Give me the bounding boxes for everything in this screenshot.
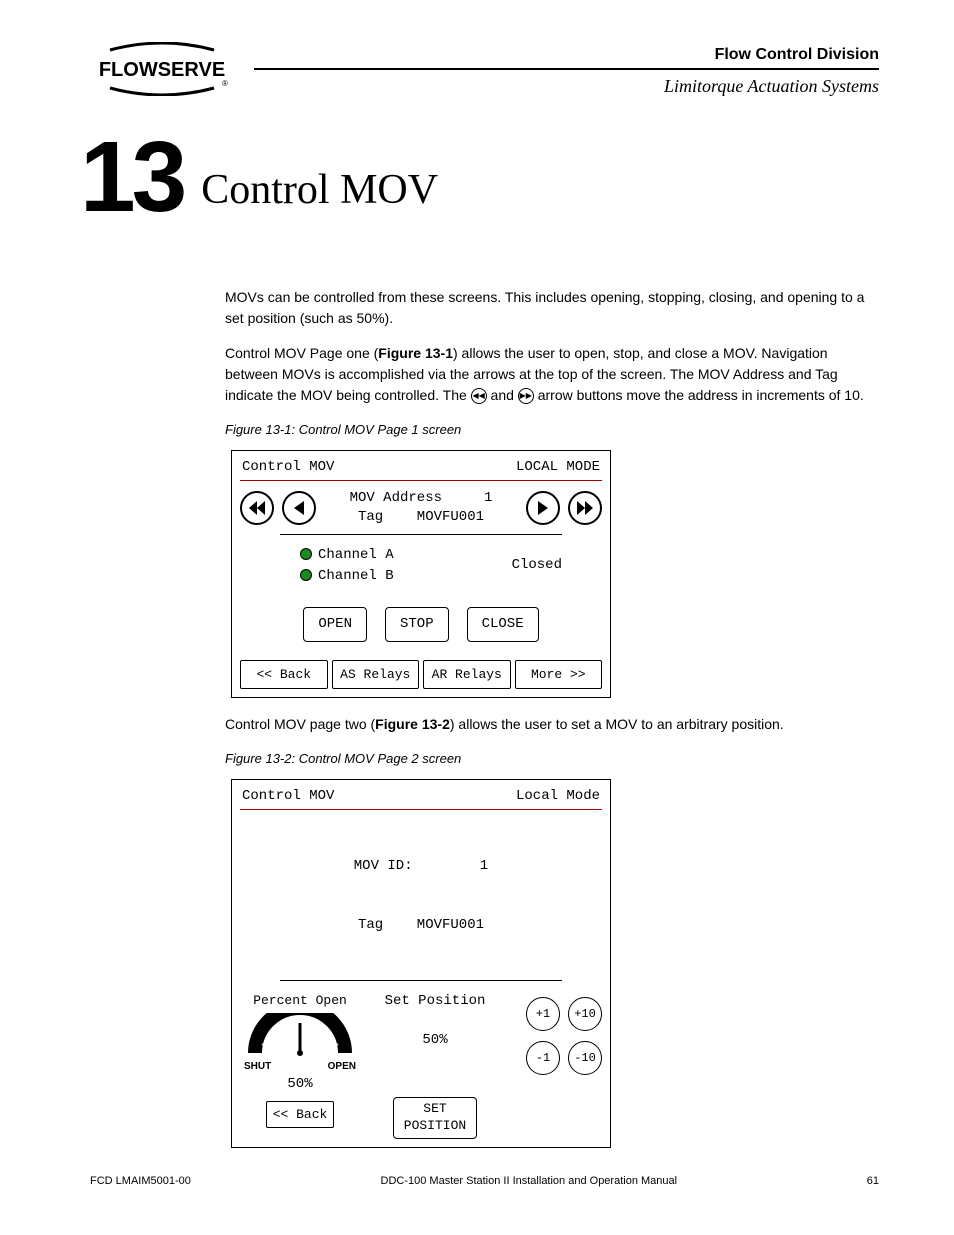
ar-relays-button[interactable]: AR Relays: [423, 660, 511, 690]
divider: [280, 980, 562, 981]
percent-open-label: Percent Open: [240, 991, 360, 1011]
product-line-label: Limitorque Actuation Systems: [254, 76, 879, 97]
body-paragraph: MOVs can be controlled from these screen…: [225, 287, 869, 329]
channel-b-row: Channel B: [300, 566, 394, 587]
footer-manual-title: DDC-100 Master Station II Installation a…: [381, 1175, 678, 1187]
figure-caption: Figure 13-1: Control MOV Page 1 screen: [225, 420, 869, 440]
mov-id-label: MOV ID: 1: [240, 857, 602, 877]
set-position-label: Set Position: [370, 991, 500, 1012]
status-dot-icon: [300, 569, 312, 581]
divider: [280, 534, 562, 535]
valve-state-label: Closed: [512, 555, 562, 576]
position-gauge: [240, 1013, 360, 1059]
mode-label: Local Mode: [516, 786, 600, 807]
footer-page-number: 61: [867, 1175, 879, 1187]
screen-title: Control MOV: [242, 786, 334, 807]
set-position-button[interactable]: SETPOSITION: [393, 1097, 477, 1139]
shut-label: SHUT: [244, 1059, 271, 1074]
back-nav-button[interactable]: << Back: [240, 660, 328, 690]
set-position-value: 50%: [370, 1030, 500, 1051]
body-paragraph: Control MOV Page one (Figure 13-1) allow…: [225, 343, 869, 406]
svg-text:FLOWSERVE: FLOWSERVE: [99, 59, 225, 81]
back-nav-button[interactable]: << Back: [266, 1101, 335, 1129]
header-rule: [254, 68, 879, 70]
mov-tag-label: Tag MOVFU001: [240, 916, 602, 936]
fast-forward-button[interactable]: [568, 491, 602, 525]
chapter-title: Control MOV: [201, 169, 438, 211]
body-paragraph: Control MOV page two (Figure 13-2) allow…: [225, 714, 869, 735]
close-button[interactable]: CLOSE: [467, 607, 539, 642]
fast-back-icon: ◀◀: [471, 388, 487, 404]
svg-text:®: ®: [222, 79, 228, 88]
mode-label: LOCAL MODE: [516, 457, 600, 478]
forward-button[interactable]: [526, 491, 560, 525]
fast-forward-icon: ▶▶: [518, 388, 534, 404]
mov-address-label: MOV Address 1: [324, 489, 518, 509]
minus-ten-button[interactable]: -10: [568, 1041, 602, 1075]
mov-tag-label: Tag MOVFU001: [324, 508, 518, 528]
plus-one-button[interactable]: +1: [526, 997, 560, 1031]
more-nav-button[interactable]: More >>: [515, 660, 603, 690]
control-mov-page2-screen: Control MOV Local Mode MOV ID: 1 Tag MOV…: [231, 779, 611, 1149]
channel-a-row: Channel A: [300, 545, 394, 566]
open-button[interactable]: OPEN: [303, 607, 367, 642]
as-relays-button[interactable]: AS Relays: [332, 660, 420, 690]
division-label: Flow Control Division: [254, 46, 879, 64]
status-dot-icon: [300, 548, 312, 560]
plus-ten-button[interactable]: +10: [568, 997, 602, 1031]
stop-button[interactable]: STOP: [385, 607, 449, 642]
chapter-number: 13: [80, 127, 183, 227]
back-button[interactable]: [282, 491, 316, 525]
minus-one-button[interactable]: -1: [526, 1041, 560, 1075]
percent-value: 50%: [240, 1074, 360, 1095]
fast-back-button[interactable]: [240, 491, 274, 525]
flowserve-logo: FLOWSERVE ®: [90, 42, 234, 96]
control-mov-page1-screen: Control MOV LOCAL MODE MOV Address 1 Tag…: [231, 450, 611, 699]
screen-title: Control MOV: [242, 457, 334, 478]
open-label: OPEN: [328, 1059, 356, 1074]
figure-caption: Figure 13-2: Control MOV Page 2 screen: [225, 749, 869, 769]
footer-doc-number: FCD LMAIM5001-00: [90, 1175, 191, 1187]
